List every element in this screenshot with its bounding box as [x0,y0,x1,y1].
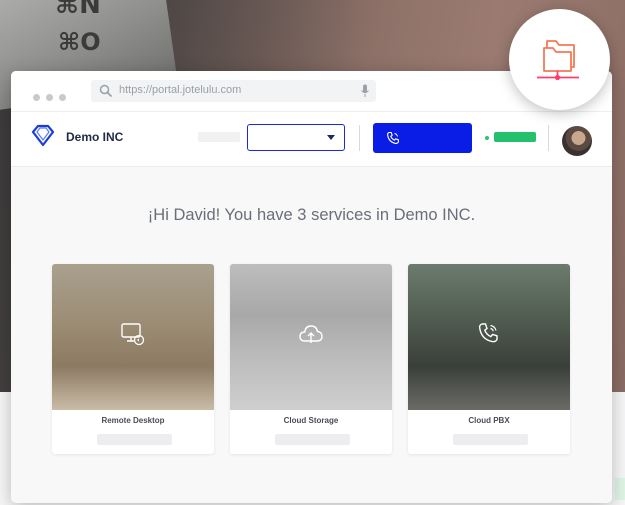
service-placeholder [275,434,350,445]
window-close-dot[interactable] [33,94,40,101]
avatar[interactable] [562,126,592,156]
app-header: Demo INC [11,112,612,167]
window-maximize-dot[interactable] [59,94,66,101]
service-photo [408,264,570,410]
service-card-remote-desktop[interactable]: Remote Desktop [52,264,214,454]
keyboard-key: ⌘N [55,0,101,20]
search-icon [99,84,113,98]
service-photo [52,264,214,410]
divider [548,125,549,151]
cloud-upload-icon [299,325,323,343]
status-badge [494,132,536,142]
service-label: Remote Desktop [101,416,165,425]
company-selector[interactable] [247,124,345,151]
divider [359,125,360,151]
service-placeholder [97,434,172,445]
service-label: Cloud Storage [283,416,339,425]
page-title: ¡Hi David! You have 3 services in Demo I… [147,206,476,224]
phone-icon [478,323,498,343]
status-dot [485,136,489,140]
service-card-cloud-pbx[interactable]: Cloud PBX [408,264,570,454]
side-tab [615,478,625,500]
monitor-icon [121,323,145,346]
service-photo [230,264,392,410]
diamond-logo-icon [31,124,55,147]
keyboard-key: ⌘O [58,28,101,56]
chevron-down-icon [327,135,335,140]
network-folder-icon [537,40,579,81]
phone-icon [387,131,399,144]
address-bar[interactable]: https://portal.jotelulu.com [91,80,376,102]
header-placeholder [198,132,240,142]
url-text: https://portal.jotelulu.com [119,84,242,96]
microphone-icon[interactable] [360,84,370,98]
brand-name: Demo INC [66,130,124,144]
call-button[interactable] [373,123,472,153]
window-minimize-dot[interactable] [46,94,53,101]
folder-badge [509,9,610,110]
service-card-cloud-storage[interactable]: Cloud Storage [230,264,392,454]
service-placeholder [453,434,528,445]
window-controls [33,88,72,106]
browser-window: https://portal.jotelulu.com Demo INC ¡Hi… [11,71,612,503]
service-label: Cloud PBX [468,416,510,425]
